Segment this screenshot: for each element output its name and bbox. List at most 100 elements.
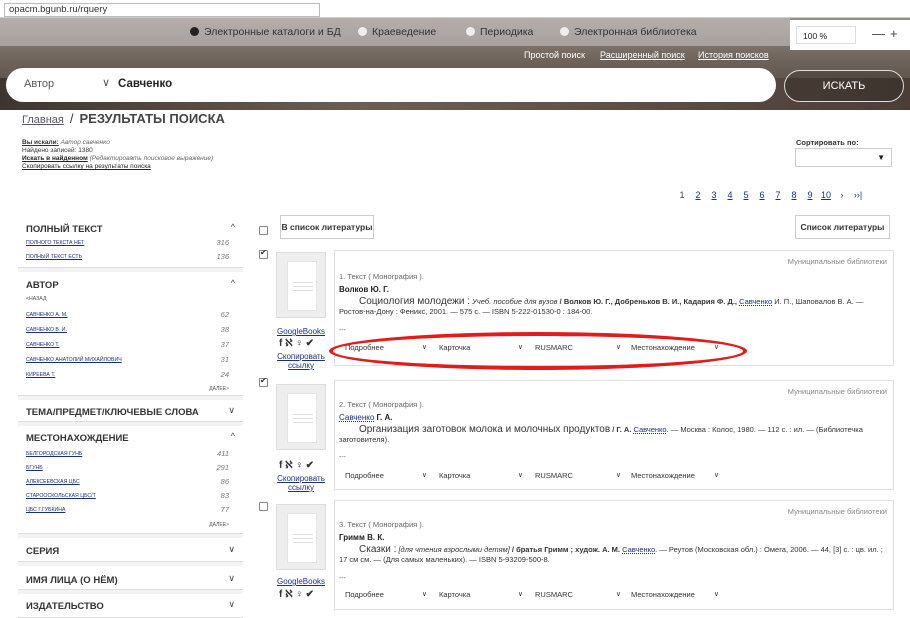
record-title: Социология молодежи : [359,296,470,307]
page-2[interactable]: 2 [690,190,706,200]
last-page-button[interactable]: ››| [850,190,866,200]
advanced-search-link[interactable]: Расширенный поиск [600,50,685,60]
facet-item[interactable]: ПОЛНЫЙ ТЕКСТ ЕСТЬ [26,254,226,260]
rusmarc-dropdown[interactable]: RUSMARC ∨ [535,467,621,485]
rusmarc-dropdown[interactable]: RUSMARC ∨ [535,586,621,604]
separator: --- [339,575,346,582]
copy-results-link[interactable]: Скопировать ссылку на результаты поиска [22,163,151,170]
tab-label: Периодика [480,26,534,38]
record-description: Сказки : [для чтения взрослыми детям] / … [339,545,889,565]
facet-item[interactable]: АЛЕКСЕЕВСКАЯ ЦБС [26,479,226,485]
location-dropdown[interactable]: Местонахождение ∨ [631,467,719,485]
search-button[interactable]: ИСКАТЬ [784,70,904,102]
page-7[interactable]: 7 [770,190,786,200]
tab-label: Электронная библиотека [574,26,697,38]
radio-icon [560,27,569,36]
share-icons[interactable]: f ℵ ♀ ✔ [279,338,314,349]
author-link[interactable]: Савченко [739,297,772,306]
page-5[interactable]: 5 [738,190,754,200]
facet-back-link[interactable]: <НАЗАД [26,296,226,302]
details-dropdown[interactable]: Подробнее ∨ [345,586,427,604]
facet-author: АВТОР ^ <НАЗАД САВЧЕНКО А. М. 62 САВЧЕНКО… [18,272,243,396]
tab-e-library[interactable]: Электронная библиотека [560,26,697,38]
tab-local-history[interactable]: Краеведение [358,26,436,38]
facet-more-link[interactable]: ДАЛЕЕ> [209,386,229,392]
url-input[interactable]: opacm.bgunb.ru/rquery [4,3,320,17]
chevron-down-icon[interactable]: ∨ [228,544,235,555]
select-all-checkbox[interactable] [259,226,268,235]
copy-record-link[interactable]: Скопировать ссылку [271,352,331,370]
facet-title[interactable]: ИМЯ ЛИЦА (О НЁМ) [26,575,118,586]
details-dropdown[interactable]: Подробнее ∨ [345,467,427,485]
facet-title[interactable]: СЕРИЯ [26,546,59,557]
page-4[interactable]: 4 [722,190,738,200]
chevron-down-icon[interactable]: ∨ [102,76,110,89]
card-dropdown[interactable]: Карточка ∨ [439,586,523,604]
record-checkbox[interactable] [259,502,268,511]
tab-catalogs[interactable]: Электронные каталоги и БД [190,26,341,38]
simple-search-link[interactable]: Простой поиск [524,50,585,60]
page-1[interactable]: 1 [674,190,690,200]
zoom-out-button[interactable]: — [872,26,885,41]
page-8[interactable]: 8 [786,190,802,200]
chevron-down-icon[interactable]: ∨ [228,405,235,416]
bibliography-list-button[interactable]: Список литературы [795,215,890,239]
refine-search-link[interactable]: Искать в найденном [22,155,88,162]
page-6[interactable]: 6 [754,190,770,200]
page-3[interactable]: 3 [706,190,722,200]
facet-title[interactable]: ТЕМА/ПРЕДМЕТ/КЛЮЧЕВЫЕ СЛОВА [26,407,199,418]
google-books-link[interactable]: GoogleBooks [271,577,331,586]
facet-item[interactable]: КИРЕЕВА Т. [26,372,226,378]
author-link[interactable]: Савченко [634,425,667,434]
page-9[interactable]: 9 [802,190,818,200]
facet-item[interactable]: САВЧЕНКО В. И. [26,327,226,333]
facet-full-text: ПОЛНЫЙ ТЕКСТ ^ ПОЛНОГО ТЕКСТА НЕТ 316 ПОЛ… [18,214,243,268]
card-dropdown[interactable]: Карточка ∨ [439,467,523,485]
zoom-level[interactable]: 100 % [796,26,856,44]
facet-item[interactable]: БЕЛГОРОДСКАЯ ГУНБ [26,451,226,457]
breadcrumb-home-link[interactable]: Главная [22,114,64,126]
sort-select[interactable]: ▼ [795,148,892,167]
facet-series: СЕРИЯ ∨ [18,538,243,562]
facet-more-link[interactable]: ДАЛЕЕ> [209,522,229,528]
add-to-list-button[interactable]: В список литературы [280,215,374,239]
facet-item[interactable]: ЦБС Г.ГУБКИНА [26,507,226,513]
next-page-button[interactable]: › [834,190,850,200]
chevron-down-icon[interactable]: ∨ [228,573,235,584]
tab-periodicals[interactable]: Периодика [466,26,533,38]
facet-title[interactable]: МЕСТОНАХОЖДЕНИЕ [26,433,129,444]
search-bar: Автор ∨ Савченко [6,68,776,102]
facet-count: 83 [220,491,229,500]
author-link[interactable]: Савченко [339,413,374,422]
found-count: 1380 [78,147,93,154]
record-checkbox[interactable] [259,248,268,259]
chevron-up-icon[interactable]: ^ [231,278,235,288]
share-icons[interactable]: f ℵ ♀ ✔ [279,589,314,600]
zoom-in-button[interactable]: + [890,26,898,41]
facet-item[interactable]: БГУНБ [26,465,226,471]
browser-url-bar: opacm.bgunb.ru/rquery [0,0,910,18]
facet-item[interactable]: САВЧЕНКО АНАТОЛИЙ МИХАЙЛОВИЧ [26,357,226,363]
facet-title[interactable]: ПОЛНЫЙ ТЕКСТ [26,224,103,235]
google-books-link[interactable]: GoogleBooks [271,327,331,336]
record-checkbox[interactable] [259,376,268,387]
location-dropdown[interactable]: Местонахождение ∨ [631,586,719,604]
chevron-up-icon[interactable]: ^ [231,431,235,441]
chevron-down-icon: ∨ [713,591,719,598]
chevron-down-icon: ∨ [421,472,427,479]
facet-title[interactable]: АВТОР [26,280,59,291]
chevron-up-icon[interactable]: ^ [231,222,235,232]
search-input[interactable]: Савченко [118,78,172,90]
facet-item[interactable]: СТАРООСКОЛЬСКАЯ ЦБС/Т [26,493,226,499]
facet-publisher: ИЗДАТЕЛЬСТВО ∨ [18,594,243,618]
facet-item[interactable]: САВЧЕНКО Т. [26,342,226,348]
facet-item[interactable]: САВЧЕНКО А. М. [26,312,226,318]
page-10[interactable]: 10 [818,190,834,200]
facet-item[interactable]: ПОЛНОГО ТЕКСТА НЕТ [26,240,226,246]
desc-part: / братья Гримм ; худож. А. М. [509,545,623,554]
facet-title[interactable]: ИЗДАТЕЛЬСТВО [26,601,104,612]
copy-record-link[interactable]: Скопировать ссылку [271,474,331,492]
share-icons[interactable]: f ℵ ♀ ✔ [279,460,314,471]
author-link[interactable]: Савченко [622,545,655,554]
search-history-link[interactable]: История поисков [698,50,769,60]
